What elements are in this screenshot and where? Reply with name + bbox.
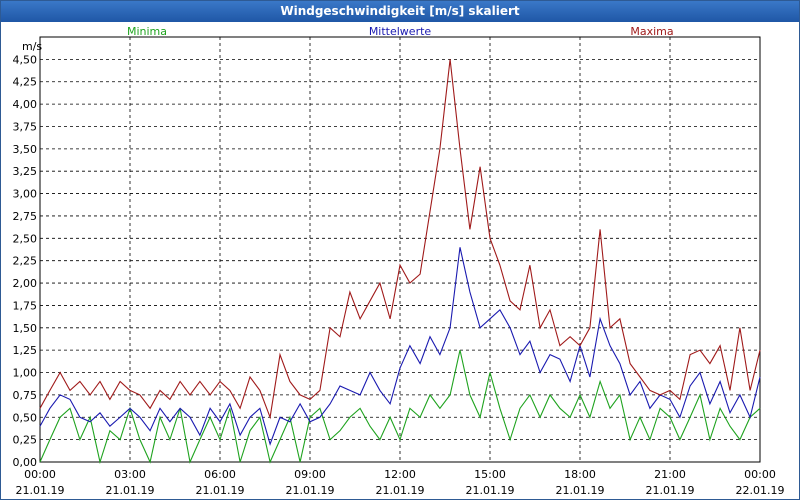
y-tick-label: 3,00: [13, 188, 38, 201]
x-tick-date: 21.01.19: [16, 484, 65, 497]
y-tick-label: 1,75: [13, 299, 38, 312]
y-axis-ticks: 0,000,250,500,751,001,251,501,752,002,25…: [13, 53, 38, 469]
y-tick-label: 4,00: [13, 98, 38, 111]
x-tick-date: 21.01.19: [556, 484, 605, 497]
y-tick-label: 3,50: [13, 143, 38, 156]
legend-maxima: Maxima: [630, 25, 673, 38]
wind-speed-chart: 0,000,250,500,751,001,251,501,752,002,25…: [13, 25, 785, 497]
y-tick-label: 1,50: [13, 322, 38, 335]
y-tick-label: 2,25: [13, 255, 38, 268]
y-tick-label: 4,25: [13, 76, 38, 89]
y-axis-label: m/s: [22, 40, 42, 53]
y-tick-label: 0,75: [13, 389, 38, 402]
x-tick-date: 21.01.19: [376, 484, 425, 497]
x-tick-date: 21.01.19: [646, 484, 695, 497]
x-tick-date: 21.01.19: [466, 484, 515, 497]
y-tick-label: 4,50: [13, 53, 38, 66]
y-tick-label: 2,50: [13, 232, 38, 245]
legend: Minima Mittelwerte Maxima: [127, 25, 674, 38]
x-tick-time: 00:00: [24, 468, 56, 481]
x-tick-time: 09:00: [294, 468, 326, 481]
x-tick-time: 00:00: [744, 468, 776, 481]
x-tick-date: 22.01.19: [736, 484, 785, 497]
x-tick-time: 03:00: [114, 468, 146, 481]
x-axis-ticks: 00:00 21.01.19 03:00 21.01.19 06:00 21.01.19 0…: [16, 468, 785, 497]
y-tick-label: 1,00: [13, 367, 38, 380]
x-tick-time: 12:00: [384, 468, 416, 481]
x-tick-time: 06:00: [204, 468, 236, 481]
x-tick-date: 21.01.19: [196, 484, 245, 497]
y-tick-label: 3,25: [13, 165, 38, 178]
x-tick-time: 21:00: [654, 468, 686, 481]
y-tick-label: 3,75: [13, 120, 38, 133]
y-tick-label: 2,00: [13, 277, 38, 290]
x-tick-date: 21.01.19: [286, 484, 335, 497]
y-tick-label: 1,25: [13, 344, 38, 357]
y-tick-label: 0,50: [13, 411, 38, 424]
x-tick-time: 18:00: [564, 468, 596, 481]
legend-minima: Minima: [127, 25, 167, 38]
x-tick-time: 15:00: [474, 468, 506, 481]
y-tick-label: 2,75: [13, 210, 38, 223]
chart-grid: [39, 36, 761, 463]
y-tick-label: 0,25: [13, 434, 38, 447]
x-tick-date: 21.01.19: [106, 484, 155, 497]
legend-mittelwerte: Mittelwerte: [369, 25, 432, 38]
